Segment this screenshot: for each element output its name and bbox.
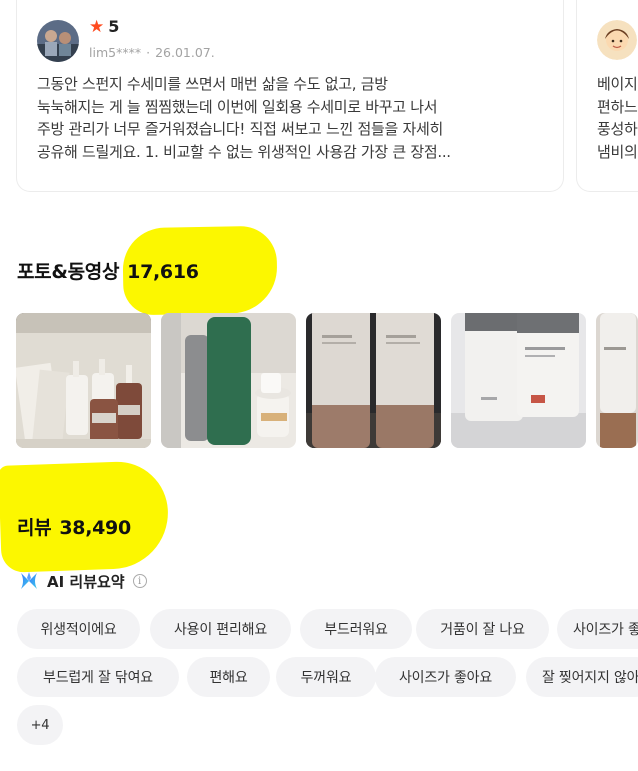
review-text-line: 풍성하 bbox=[597, 120, 638, 138]
review-meta: lim5**** · 26.01.07. bbox=[89, 45, 215, 60]
summary-chip[interactable]: 사이즈가 좋아요 bbox=[375, 657, 516, 697]
summary-chip[interactable]: 부드러워요 bbox=[300, 609, 412, 649]
more-chips-button[interactable]: +4 bbox=[17, 705, 63, 745]
review-photo[interactable] bbox=[596, 313, 638, 448]
review-section-title[interactable]: 리뷰 38,490 bbox=[17, 513, 131, 540]
summary-chip[interactable]: 위생적이에요 bbox=[17, 609, 140, 649]
photo-section-label: 포토&동영상 bbox=[17, 261, 120, 283]
review-text-line: 주방 관리가 너무 즐거워졌습니다! 직접 써보고 느낀 점들을 자세히 bbox=[37, 120, 443, 138]
review-text-line: 그동안 스펀지 수세미를 쓰면서 매번 삶을 수도 없고, 금방 bbox=[37, 75, 388, 93]
summary-chip[interactable]: 거품이 잘 나요 bbox=[416, 609, 549, 649]
review-photo[interactable] bbox=[161, 313, 296, 448]
ai-sparkle-icon bbox=[21, 572, 37, 589]
summary-chip[interactable]: 사이즈가 좋아요 bbox=[557, 609, 638, 649]
summary-chip[interactable]: 잘 찢어지지 않아요 bbox=[526, 657, 638, 697]
review-text-line: 편하느 bbox=[597, 97, 638, 116]
user-avatar bbox=[37, 20, 79, 62]
ai-summary-header: AI 리뷰요약 i bbox=[18, 570, 147, 592]
summary-chip[interactable]: 사용이 편리해요 bbox=[150, 609, 291, 649]
summary-chip[interactable]: 두꺼워요 bbox=[276, 657, 376, 697]
star-icon: ★ bbox=[89, 17, 105, 37]
review-text-line: 눅눅해지는 게 늘 찜찜했는데 이번에 일회용 수세미로 바꾸고 나서 bbox=[37, 97, 438, 116]
summary-chip[interactable]: 부드럽게 잘 닦여요 bbox=[17, 657, 179, 697]
review-card[interactable]: ★ 5 lim5**** · 26.01.07. 그동안 스펀지 수세미를 쓰면서 … bbox=[16, 0, 564, 192]
separator-dot: · bbox=[146, 45, 151, 60]
review-text: 그동안 스펀지 수세미를 쓰면서 매번 삶을 수도 없고, 금방 눅눅해지는 게… bbox=[37, 73, 549, 163]
review-photo[interactable] bbox=[16, 313, 151, 448]
ai-summary-label: AI 리뷰요약 bbox=[47, 572, 125, 591]
review-text: 베이지 편하느 풍성하 냄비의 bbox=[597, 73, 638, 163]
review-text-line: 베이지 bbox=[597, 75, 638, 93]
review-photo[interactable] bbox=[451, 313, 586, 448]
photo-count: 17,616 bbox=[127, 261, 199, 283]
reviewer-id: lim5**** bbox=[89, 45, 142, 60]
summary-chip[interactable]: 편해요 bbox=[187, 657, 270, 697]
info-icon[interactable]: i bbox=[132, 574, 147, 588]
review-count: 38,490 bbox=[59, 517, 131, 539]
review-photo[interactable] bbox=[306, 313, 441, 448]
review-section-label: 리뷰 bbox=[17, 517, 52, 539]
photo-section-title[interactable]: 포토&동영상 17,616 bbox=[17, 257, 199, 284]
review-text-line: 공유해 드릴게요. 1. 비교할 수 없는 위생적인 사용감 가장 큰 장점..… bbox=[37, 142, 451, 161]
review-text-line: 냄비의 bbox=[597, 142, 638, 161]
review-date: 26.01.07. bbox=[155, 45, 215, 60]
rating: ★ 5 bbox=[89, 17, 119, 37]
review-card[interactable]: 베이지 편하느 풍성하 냄비의 bbox=[576, 0, 638, 192]
user-avatar bbox=[597, 20, 637, 60]
rating-score: 5 bbox=[108, 17, 120, 36]
